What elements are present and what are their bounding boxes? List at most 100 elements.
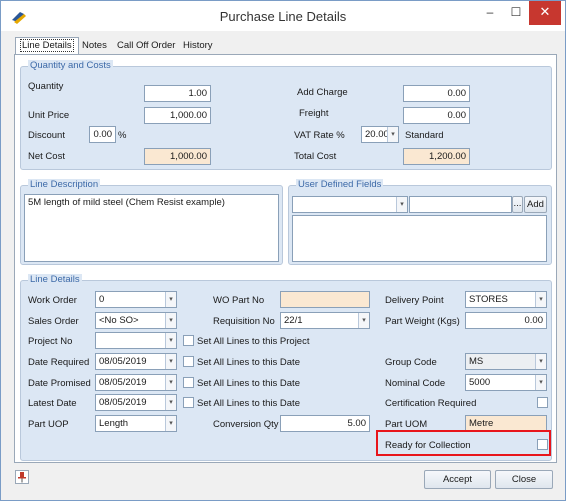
group-title-user-defined-fields: User Defined Fields xyxy=(296,179,384,190)
close-window-button[interactable]: ✕ xyxy=(529,1,561,25)
add-charge-input[interactable]: 0.00 xyxy=(403,85,470,102)
discount-label: Discount xyxy=(28,130,65,141)
group-code-label: Group Code xyxy=(385,357,437,368)
date-promised-value: 08/05/2019 xyxy=(99,377,147,388)
vat-rate-combo[interactable]: 20.00 ▾ xyxy=(361,126,399,143)
close-button[interactable]: Close xyxy=(495,470,553,489)
date-required-value: 08/05/2019 xyxy=(99,356,147,367)
group-code-value: MS xyxy=(469,356,484,367)
group-title-line-details: Line Details xyxy=(28,274,82,285)
user-field-combo[interactable]: ▾ xyxy=(292,196,408,213)
part-weight-label: Part Weight (Kgs) xyxy=(385,316,460,327)
set-date-promised-label: Set All Lines to this Date xyxy=(197,378,300,389)
vat-rate-value: 20.00 xyxy=(365,129,389,140)
chevron-down-icon[interactable]: ▾ xyxy=(165,292,176,307)
purchase-line-details-window: Purchase Line Details – ☐ ✕ Line Details… xyxy=(0,0,566,501)
certification-checkbox[interactable] xyxy=(537,397,548,408)
line-description-group: Line Description 5M length of mild steel… xyxy=(20,179,283,265)
requisition-value: 22/1 xyxy=(284,315,303,326)
total-cost-value: 1,200.00 xyxy=(403,148,470,165)
latest-date-label: Latest Date xyxy=(28,398,77,409)
chevron-down-icon[interactable]: ▾ xyxy=(535,354,546,369)
unit-price-label: Unit Price xyxy=(28,110,70,121)
nominal-code-combo[interactable]: 5000 ▾ xyxy=(465,374,547,391)
title-bar: Purchase Line Details – ☐ ✕ xyxy=(1,1,565,31)
line-description-textarea[interactable]: 5M length of mild steel (Chem Resist exa… xyxy=(24,194,279,262)
discount-input[interactable]: 0.00 xyxy=(89,126,116,143)
part-uom-label: Part UOM xyxy=(385,419,428,430)
group-title-line-description: Line Description xyxy=(28,179,101,190)
tab-history[interactable]: History xyxy=(178,37,218,54)
latest-date-value: 08/05/2019 xyxy=(99,397,147,408)
project-no-combo[interactable]: ▾ xyxy=(95,332,177,349)
conversion-qty-label: Conversion Qty xyxy=(213,419,279,430)
sales-order-value: <No SO> xyxy=(99,315,139,326)
nominal-code-value: 5000 xyxy=(469,377,491,388)
chevron-down-icon[interactable]: ▾ xyxy=(535,292,546,307)
work-order-combo[interactable]: 0 ▾ xyxy=(95,291,177,308)
chevron-down-icon[interactable]: ▾ xyxy=(165,313,176,328)
pin-icon xyxy=(18,472,26,483)
sales-order-combo[interactable]: <No SO> ▾ xyxy=(95,312,177,329)
chevron-down-icon[interactable]: ▾ xyxy=(387,127,398,142)
set-date-required-checkbox[interactable] xyxy=(183,356,194,367)
chevron-down-icon[interactable]: ▾ xyxy=(396,197,407,212)
add-charge-label: Add Charge xyxy=(297,87,348,98)
requisition-label: Requisition No xyxy=(213,316,275,327)
tab-line-details[interactable]: Line Details xyxy=(15,37,79,55)
minimize-button[interactable]: – xyxy=(477,1,503,25)
project-no-label: Project No xyxy=(28,336,73,347)
set-date-required-label: Set All Lines to this Date xyxy=(197,357,300,368)
date-required-picker[interactable]: 08/05/2019 ▾ xyxy=(95,353,177,370)
freight-input[interactable]: 0.00 xyxy=(403,107,470,124)
net-cost-label: Net Cost xyxy=(28,151,65,162)
vat-rate-label: VAT Rate % xyxy=(294,130,345,141)
pin-button[interactable] xyxy=(15,470,29,484)
part-uop-value: Length xyxy=(99,418,129,429)
chevron-down-icon[interactable]: ▾ xyxy=(165,375,176,390)
date-promised-picker[interactable]: 08/05/2019 ▾ xyxy=(95,374,177,391)
part-uop-label: Part UOP xyxy=(28,419,69,430)
date-required-label: Date Required xyxy=(28,357,90,368)
add-user-field-button[interactable]: Add xyxy=(524,196,547,213)
tab-notes[interactable]: Notes xyxy=(77,37,112,54)
set-latest-date-checkbox[interactable] xyxy=(183,397,194,408)
accept-button[interactable]: Accept xyxy=(424,470,491,489)
unit-price-input[interactable]: 1,000.00 xyxy=(144,107,211,124)
set-date-promised-checkbox[interactable] xyxy=(183,377,194,388)
user-defined-fields-group: User Defined Fields ▾ ... Add xyxy=(288,179,552,265)
net-cost-value: 1,000.00 xyxy=(144,148,211,165)
work-order-label: Work Order xyxy=(28,295,77,306)
quantity-input[interactable]: 1.00 xyxy=(144,85,211,102)
chevron-down-icon[interactable]: ▾ xyxy=(165,395,176,410)
latest-date-picker[interactable]: 08/05/2019 ▾ xyxy=(95,394,177,411)
tab-panel-line-details: Quantity and Costs Quantity 1.00 Unit Pr… xyxy=(14,54,557,463)
group-code-combo[interactable]: MS ▾ xyxy=(465,353,547,370)
maximize-button[interactable]: ☐ xyxy=(503,1,529,25)
highlight-box xyxy=(376,430,551,456)
quantity-label: Quantity xyxy=(28,81,64,92)
part-uop-combo[interactable]: Length ▾ xyxy=(95,415,177,432)
chevron-down-icon[interactable]: ▾ xyxy=(165,354,176,369)
requisition-combo[interactable]: 22/1 ▾ xyxy=(280,312,370,329)
chevron-down-icon[interactable]: ▾ xyxy=(165,416,176,431)
chevron-down-icon[interactable]: ▾ xyxy=(535,375,546,390)
user-fields-list[interactable] xyxy=(292,215,547,262)
chevron-down-icon[interactable]: ▾ xyxy=(358,313,369,328)
set-latest-date-label: Set All Lines to this Date xyxy=(197,398,300,409)
tab-call-off-order[interactable]: Call Off Order xyxy=(112,37,180,54)
user-field-browse-button[interactable]: ... xyxy=(512,196,523,213)
quantity-costs-group: Quantity and Costs Quantity 1.00 Unit Pr… xyxy=(20,60,552,170)
user-field-value-input[interactable] xyxy=(409,196,512,213)
vat-type-label: Standard xyxy=(405,130,444,141)
delivery-point-combo[interactable]: STORES ▾ xyxy=(465,291,547,308)
discount-percent-label: % xyxy=(118,130,127,141)
wo-part-label: WO Part No xyxy=(213,295,265,306)
conversion-qty-input[interactable]: 5.00 xyxy=(280,415,370,432)
delivery-point-value: STORES xyxy=(469,294,508,305)
part-weight-input[interactable]: 0.00 xyxy=(465,312,547,329)
chevron-down-icon[interactable]: ▾ xyxy=(165,333,176,348)
set-project-checkbox[interactable] xyxy=(183,335,194,346)
group-title-quantity-costs: Quantity and Costs xyxy=(28,60,113,71)
delivery-point-label: Delivery Point xyxy=(385,295,444,306)
